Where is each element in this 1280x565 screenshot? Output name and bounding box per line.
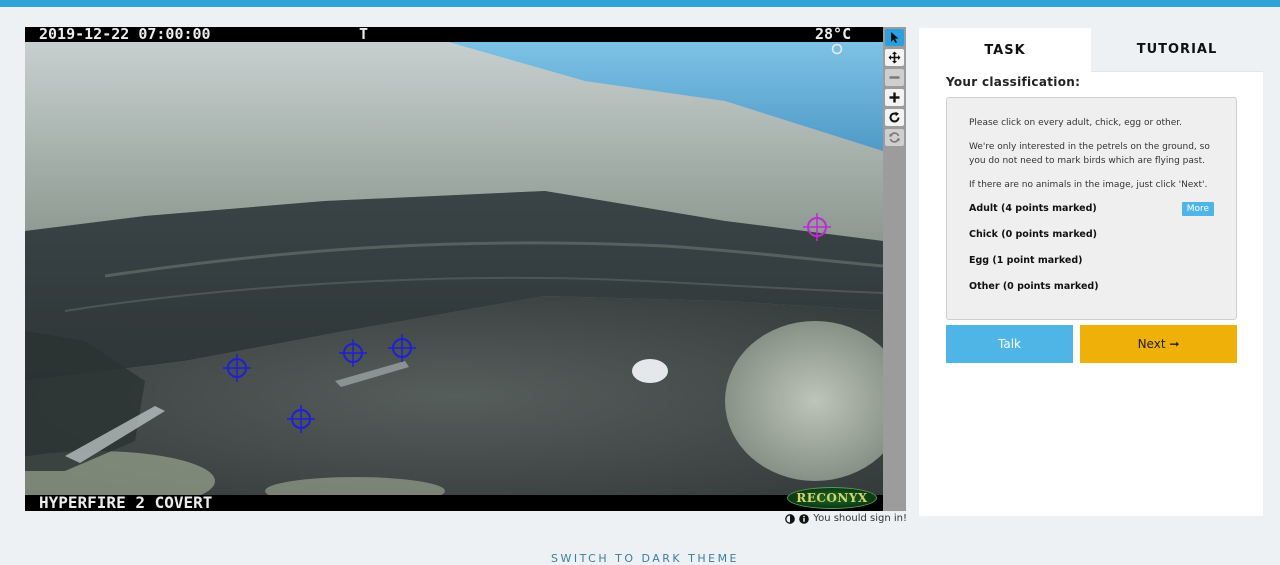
- tool-other-label: Other (0 points marked): [969, 281, 1099, 292]
- image-toolbar: [883, 27, 906, 511]
- camera-model-bar: HYPERFIRE 2 COVERT: [25, 495, 883, 511]
- tool-adult-label: Adult (4 points marked): [969, 203, 1097, 214]
- camera-model: HYPERFIRE 2 COVERT: [39, 493, 213, 511]
- adult-marker[interactable]: [286, 404, 316, 434]
- sign-in-notice[interactable]: You should sign in!: [813, 513, 907, 524]
- camera-mode: T: [359, 27, 369, 43]
- egg-marker[interactable]: [802, 212, 832, 242]
- switch-theme-link[interactable]: SWITCH TO DARK THEME: [0, 552, 1280, 565]
- contrast-icon[interactable]: [785, 513, 796, 524]
- tool-other[interactable]: Other (0 points marked): [969, 280, 1214, 306]
- tool-adult[interactable]: Adult (4 points marked) More: [969, 202, 1214, 228]
- tab-task[interactable]: TASK: [919, 28, 1091, 72]
- task-tabs: TASK TUTORIAL: [919, 28, 1263, 72]
- zoom-in-icon[interactable]: [885, 89, 904, 106]
- viewer-footer: You should sign in!: [785, 513, 907, 524]
- tab-tutorial[interactable]: TUTORIAL: [1091, 28, 1263, 72]
- tool-chick[interactable]: Chick (0 points marked): [969, 228, 1214, 254]
- camera-temperature: 28°C: [815, 27, 852, 43]
- instruction-text: We're only interested in the petrels on …: [969, 142, 1210, 166]
- classification-title: Your classification:: [946, 75, 1081, 89]
- tool-chick-label: Chick (0 points marked): [969, 229, 1097, 240]
- talk-button[interactable]: Talk: [946, 325, 1073, 363]
- zoom-out-icon[interactable]: [885, 69, 904, 86]
- tool-egg-label: Egg (1 point marked): [969, 255, 1083, 266]
- adult-marker[interactable]: [338, 338, 368, 368]
- task-instructions: Please click on every adult, chick, egg …: [946, 97, 1237, 320]
- move-icon[interactable]: [885, 49, 904, 66]
- more-button[interactable]: More: [1181, 202, 1214, 216]
- subject-image-viewer[interactable]: 2019-12-22 07:00:00 T 28°C HYPERFIRE 2 C…: [25, 27, 883, 511]
- tool-egg[interactable]: Egg (1 point marked): [969, 254, 1214, 280]
- camera-timestamp: 2019-12-22 07:00:00: [39, 27, 211, 43]
- pointer-icon[interactable]: [885, 29, 904, 46]
- info-icon[interactable]: [799, 513, 810, 524]
- next-button[interactable]: Next ➞: [1080, 325, 1237, 363]
- adult-marker[interactable]: [222, 353, 252, 383]
- instruction-text: Please click on every adult, chick, egg …: [969, 118, 1183, 128]
- instruction-text: If there are no animals in the image, ju…: [969, 180, 1208, 190]
- camera-info-bar: 2019-12-22 07:00:00 T 28°C: [25, 27, 883, 55]
- top-banner: [0, 0, 1280, 7]
- camera-trap-photo[interactable]: [25, 41, 883, 496]
- adult-marker[interactable]: [387, 333, 417, 363]
- reconyx-logo: RECONYX: [787, 487, 877, 509]
- reset-icon[interactable]: [885, 129, 904, 146]
- rotate-icon[interactable]: [885, 109, 904, 126]
- task-panel: TASK TUTORIAL Your classification: Pleas…: [919, 28, 1263, 516]
